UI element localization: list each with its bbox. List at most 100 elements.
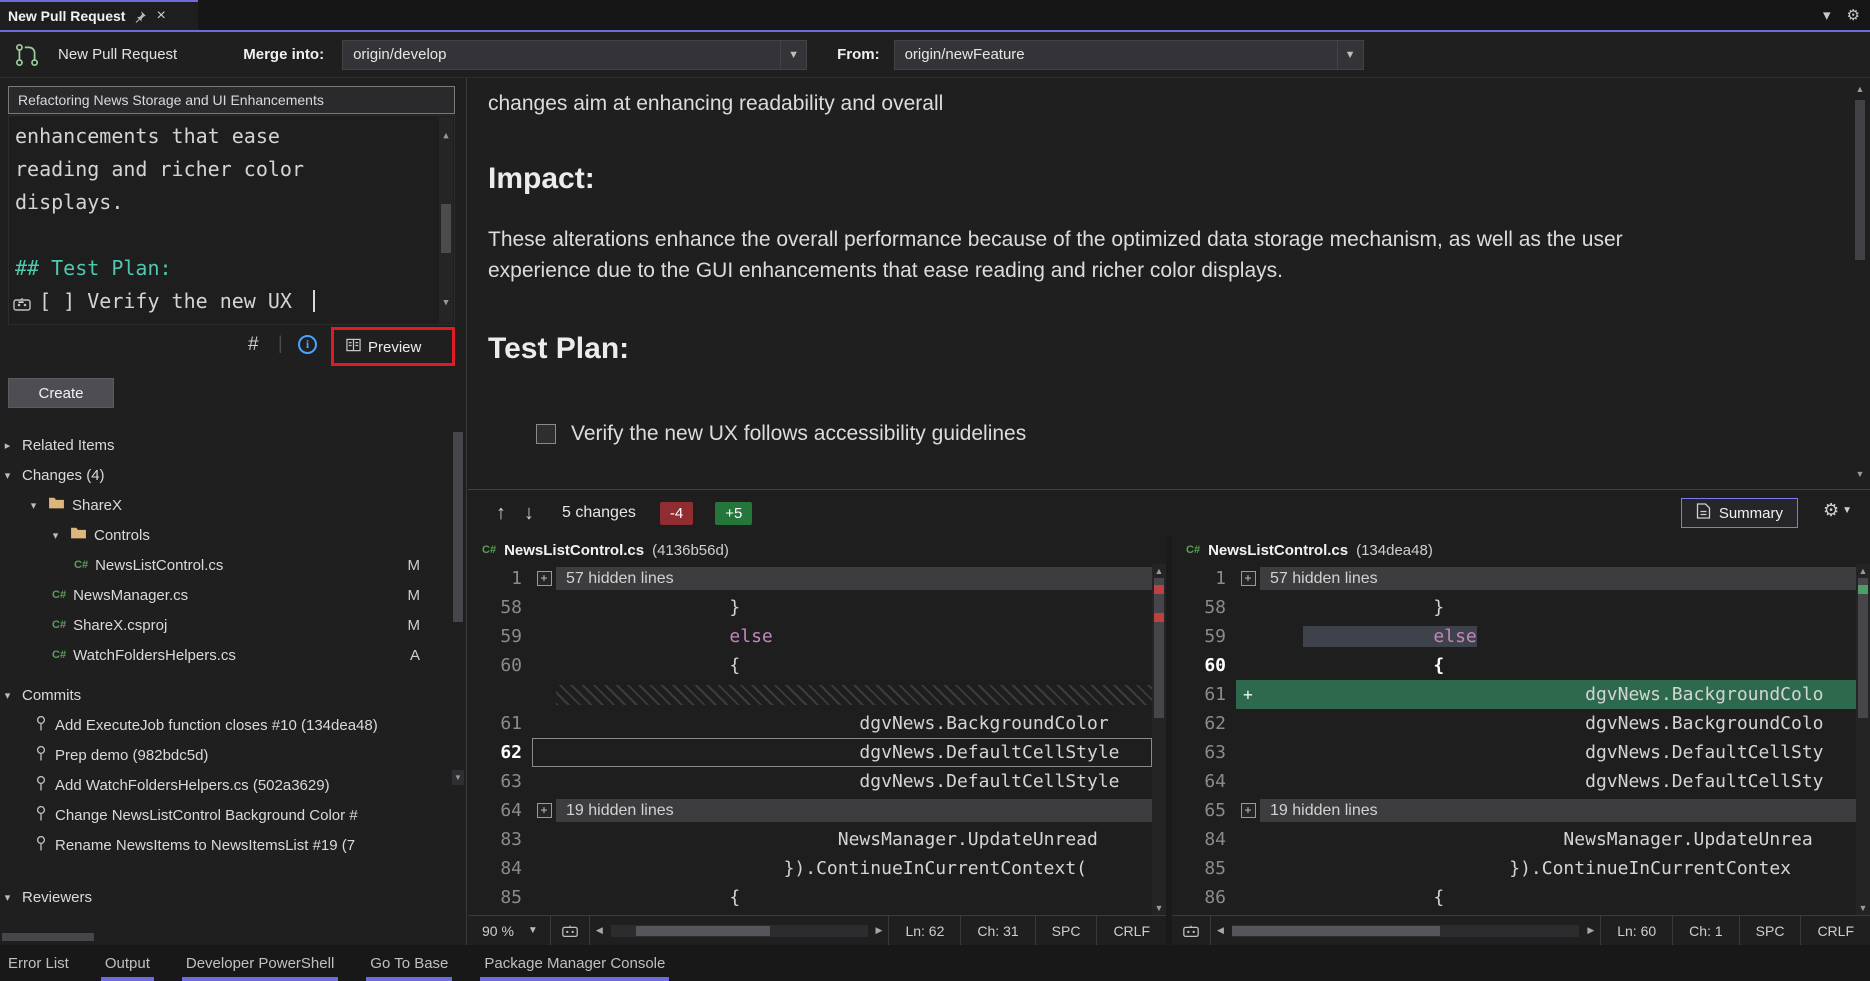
merge-into-dropdown[interactable]: origin/develop ▼	[342, 40, 807, 70]
scroll-left-icon[interactable]: ◀	[1211, 925, 1230, 936]
scrollbar-thumb[interactable]	[1855, 100, 1865, 260]
diff-code-row[interactable]: 64 dgvNews.DefaultCellSty	[1172, 767, 1856, 796]
panel-horizontal-scrollbar[interactable]	[2, 932, 442, 942]
scroll-right-icon[interactable]: ▶	[870, 925, 889, 936]
section-reviewers[interactable]: ▾ Reviewers	[0, 882, 446, 912]
close-icon[interactable]: ×	[156, 8, 165, 24]
scrollbar-thumb[interactable]	[1232, 926, 1440, 936]
line-indicator[interactable]: Ln: 62	[888, 916, 960, 945]
diff-code-row[interactable]: 84 NewsManager.UpdateUnrea	[1172, 825, 1856, 854]
diff-hidden-lines-row[interactable]: 1+57 hidden lines	[468, 564, 1152, 593]
section-changes[interactable]: ▾ Changes (4)	[0, 460, 446, 490]
hidden-lines-bar[interactable]: 57 hidden lines	[556, 567, 1152, 590]
scrollbar-thumb[interactable]	[441, 204, 451, 253]
tree-item-newsmanager-cs[interactable]: C#NewsManager.csM	[0, 580, 446, 610]
from-dropdown[interactable]: origin/newFeature ▼	[894, 40, 1364, 70]
dropdown-arrow-icon[interactable]: ▼	[780, 41, 806, 69]
bottom-tab-error-list[interactable]: Error List	[4, 945, 73, 981]
info-icon[interactable]: i	[298, 335, 317, 354]
commit-item[interactable]: Add WatchFoldersHelpers.cs (502a3629)	[0, 770, 446, 800]
chevron-down-icon[interactable]: ▾	[48, 529, 63, 542]
plus-expander-icon[interactable]: +	[537, 803, 552, 818]
diff-deleted-gap-row[interactable]	[468, 680, 1152, 709]
tree-item-newslistcontrol-cs[interactable]: C#NewsListControl.csM	[0, 550, 446, 580]
hidden-lines-bar[interactable]: 57 hidden lines	[1260, 567, 1856, 590]
chevron-down-icon[interactable]: ▾	[0, 689, 15, 702]
diff-code-row[interactable]: 60 {	[1172, 651, 1856, 680]
plus-expander-icon[interactable]: +	[1241, 803, 1256, 818]
scroll-down-icon[interactable]: ▼	[452, 770, 464, 785]
whitespace-indicator[interactable]: SPC	[1739, 916, 1801, 945]
commit-item[interactable]: Prep demo (982bdc5d)	[0, 740, 446, 770]
diff-code-row[interactable]: 61+ dgvNews.BackgroundColo	[1172, 680, 1856, 709]
pr-title-input[interactable]	[8, 86, 455, 114]
next-change-icon[interactable]: ↓	[524, 502, 534, 525]
tree-item-sharex[interactable]: ▾ShareX	[0, 490, 446, 520]
diff-settings-button[interactable]: ⚙ ▼	[1823, 500, 1852, 521]
preview-button[interactable]: Preview	[340, 332, 427, 362]
eol-indicator[interactable]: CRLF	[1096, 916, 1166, 945]
diff-hidden-lines-row[interactable]: 64+19 hidden lines	[468, 796, 1152, 825]
hidden-lines-bar[interactable]: 19 hidden lines	[556, 799, 1152, 822]
zoom-dropdown[interactable]: 90 % ▼	[468, 916, 551, 945]
copilot-status-button[interactable]	[1172, 916, 1211, 945]
panel-scrollbar[interactable]	[452, 432, 464, 766]
copilot-status-button[interactable]	[551, 916, 590, 945]
diff-code-row[interactable]: 86 {	[1172, 883, 1856, 912]
commit-item[interactable]: Change NewsListControl Background Color …	[0, 800, 446, 830]
eol-indicator[interactable]: CRLF	[1800, 916, 1870, 945]
section-commits[interactable]: ▾ Commits	[0, 680, 446, 710]
gear-icon[interactable]: ⚙	[1847, 6, 1860, 24]
tree-item-controls[interactable]: ▾Controls	[0, 520, 446, 550]
diff-code-row[interactable]: 62 dgvNews.DefaultCellStyle	[468, 738, 1152, 767]
diff-code-row[interactable]: 62 dgvNews.BackgroundColo	[1172, 709, 1856, 738]
create-button[interactable]: Create	[8, 378, 114, 408]
chevron-down-icon[interactable]: ▾	[0, 469, 15, 482]
scroll-down-icon[interactable]: ▼	[1152, 903, 1166, 913]
diff-code-row[interactable]: 63 dgvNews.DefaultCellStyle	[468, 767, 1152, 796]
diff-code-row[interactable]: 63 dgvNews.DefaultCellSty	[1172, 738, 1856, 767]
scrollbar-thumb[interactable]	[2, 933, 94, 941]
bottom-tab-output[interactable]: Output	[101, 945, 154, 981]
scrollbar-thumb[interactable]	[636, 926, 770, 936]
scroll-down-icon[interactable]: ▼	[1853, 469, 1867, 479]
previous-change-icon[interactable]: ↑	[496, 502, 506, 525]
column-indicator[interactable]: Ch: 1	[1672, 916, 1738, 945]
hidden-lines-bar[interactable]: 19 hidden lines	[1260, 799, 1856, 822]
horizontal-scrollbar[interactable]	[1232, 925, 1579, 937]
column-indicator[interactable]: Ch: 31	[960, 916, 1034, 945]
diff-code-row[interactable]: 85 }).ContinueInCurrentContex	[1172, 854, 1856, 883]
chevron-right-icon[interactable]: ▸	[0, 439, 15, 452]
scroll-right-icon[interactable]: ▶	[1581, 925, 1600, 936]
diff-code-row[interactable]: 59 else	[468, 622, 1152, 651]
work-item-hash-button[interactable]: #	[248, 334, 259, 356]
whitespace-indicator[interactable]: SPC	[1035, 916, 1097, 945]
chevron-down-icon[interactable]: ▾	[1823, 6, 1831, 24]
task-checkbox[interactable]	[536, 424, 556, 444]
diff-code-row[interactable]: 84 }).ContinueInCurrentContext(	[468, 854, 1152, 883]
pin-icon[interactable]	[134, 10, 147, 23]
dropdown-arrow-icon[interactable]: ▼	[1337, 41, 1363, 69]
line-indicator[interactable]: Ln: 60	[1600, 916, 1672, 945]
scroll-left-icon[interactable]: ◀	[590, 925, 609, 936]
summary-button[interactable]: Summary	[1681, 498, 1798, 528]
expand-hidden-lines-button[interactable]: +	[532, 796, 556, 825]
scrollbar-thumb[interactable]	[1154, 578, 1164, 718]
scroll-down-icon[interactable]: ▼	[439, 287, 453, 320]
section-related-items[interactable]: ▸ Related Items	[0, 430, 446, 460]
commit-item[interactable]: Rename NewsItems to NewsItemsList #19 (7	[0, 830, 446, 860]
scroll-down-icon[interactable]: ▼	[1856, 903, 1870, 913]
plus-expander-icon[interactable]: +	[1241, 571, 1256, 586]
diff-left-scrollbar[interactable]: ▲ ▼	[1152, 564, 1166, 915]
tree-item-watchfoldershelpers-cs[interactable]: C#WatchFoldersHelpers.csA	[0, 640, 446, 670]
scroll-up-icon[interactable]: ▲	[1152, 566, 1166, 576]
scrollbar-thumb[interactable]	[453, 432, 463, 622]
scroll-up-icon[interactable]: ▲	[1853, 84, 1867, 94]
commit-item[interactable]: Add ExecuteJob function closes #10 (134d…	[0, 710, 446, 740]
copilot-icon[interactable]	[12, 289, 32, 322]
bottom-tab-developer-powershell[interactable]: Developer PowerShell	[182, 945, 338, 981]
expand-hidden-lines-button[interactable]: +	[532, 564, 556, 593]
diff-hidden-lines-row[interactable]: 65+19 hidden lines	[1172, 796, 1856, 825]
scroll-up-icon[interactable]: ▲	[439, 120, 453, 153]
pr-description-editor[interactable]: enhancements that easereading and richer…	[8, 115, 455, 325]
